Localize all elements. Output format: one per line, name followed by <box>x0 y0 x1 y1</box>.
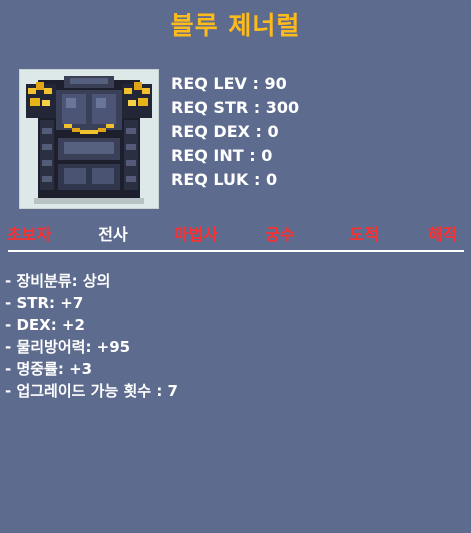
job-pirate: 해적 <box>428 225 458 244</box>
armor-icon <box>26 76 152 204</box>
stat-category: - 장비분류: 상의 <box>5 272 111 290</box>
job-thief: 도적 <box>349 225 379 244</box>
req-int: REQ INT : 0 <box>171 146 273 165</box>
req-str: REQ STR : 300 <box>171 98 300 117</box>
job-beginner: 초보자 <box>6 225 52 244</box>
job-warrior: 전사 <box>98 225 128 244</box>
stat-dex: - DEX: +2 <box>5 316 85 334</box>
req-dex: REQ DEX : 0 <box>171 122 279 141</box>
stat-upgrades: - 업그레이드 가능 횟수 : 7 <box>5 382 178 400</box>
stat-defense: - 물리방어력: +95 <box>5 338 131 356</box>
item-icon-frame <box>19 69 159 209</box>
divider <box>8 250 464 252</box>
requirements-list: REQ LEV : 90 REQ STR : 300 REQ DEX : 0 R… <box>171 72 299 192</box>
stat-accuracy: - 명중률: +3 <box>5 360 93 378</box>
item-stats: - 장비분류: 상의 - STR: +7 - DEX: +2 - 물리방어력: … <box>5 270 178 402</box>
stat-str: - STR: +7 <box>5 294 84 312</box>
item-tooltip: 블루 제너럴 REQ LEV: 90 REQ STR: 300 REQ DE… <box>0 0 471 533</box>
job-list: 초보자 전사 마법사 궁수 도적 해적 <box>0 221 471 245</box>
req-luk: REQ LUK : 0 <box>171 170 278 189</box>
item-name: 블루 제너럴 <box>170 11 301 40</box>
req-level: REQ LEV : 90 <box>171 74 287 93</box>
job-bowman: 궁수 <box>265 225 295 244</box>
job-magician: 마법사 <box>173 225 219 244</box>
